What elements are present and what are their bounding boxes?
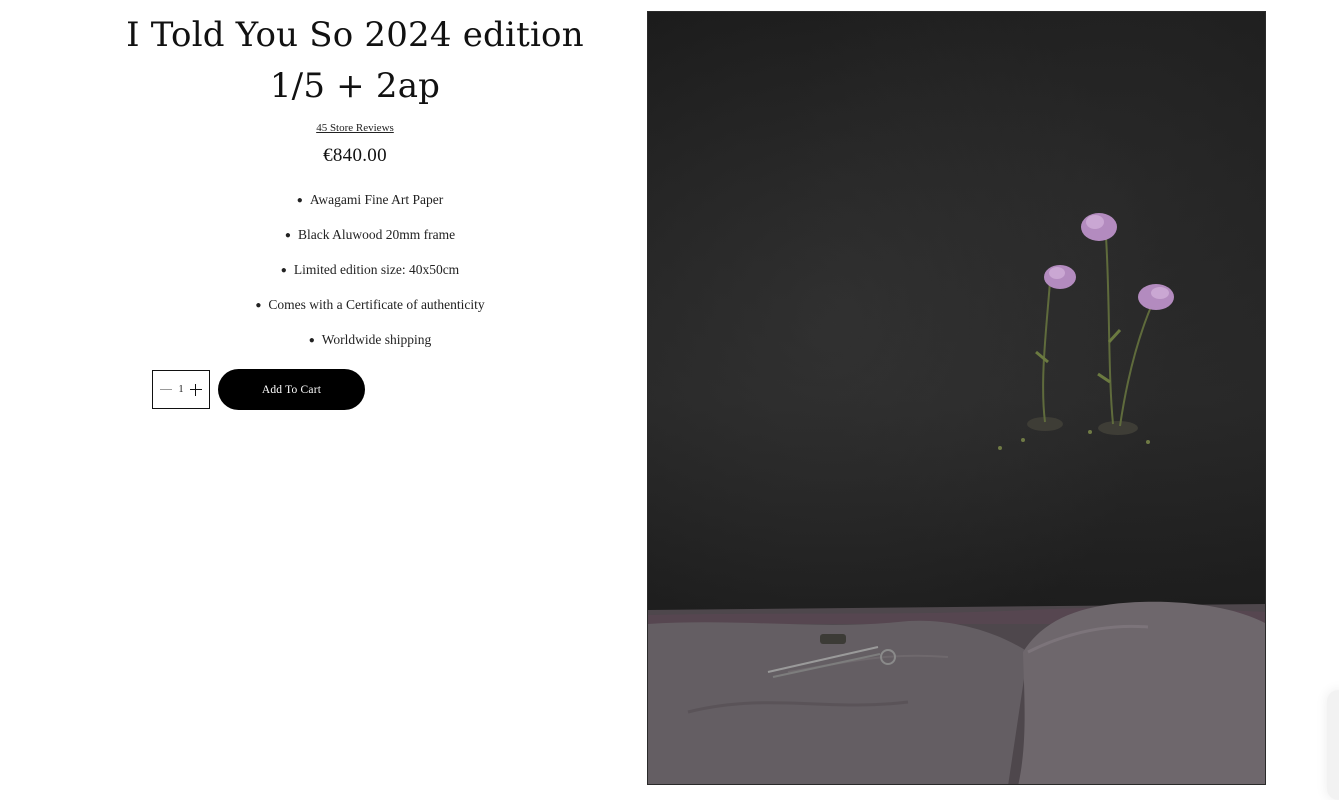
- feature-item: ● Worldwide shipping: [308, 332, 432, 347]
- minus-icon[interactable]: [159, 383, 173, 397]
- product-price: €840.00: [323, 145, 387, 166]
- store-reviews-link[interactable]: 45 Store Reviews: [316, 122, 394, 134]
- feature-item: ● Limited edition size: 40x50cm: [280, 262, 460, 277]
- product-title-line1: I Told You So 2024 edition: [126, 15, 584, 55]
- feature-item: ● Awagami Fine Art Paper: [296, 192, 444, 207]
- chat-widget-edge[interactable]: [1327, 690, 1339, 800]
- plus-icon[interactable]: [189, 383, 203, 397]
- bullet-icon: ●: [284, 230, 291, 241]
- product-photo[interactable]: [647, 11, 1266, 785]
- bullet-icon: ●: [255, 300, 262, 311]
- quantity-input[interactable]: [173, 384, 189, 395]
- feature-item: ● Comes with a Certificate of authenticit…: [255, 297, 485, 312]
- bullet-icon: ●: [308, 335, 315, 346]
- product-title-line2: 1/5 + 2ap: [269, 66, 441, 106]
- add-to-cart-row: Add To Cart: [152, 369, 365, 410]
- product-photo-art: [648, 213, 1265, 784]
- quantity-stepper[interactable]: [152, 370, 210, 409]
- add-to-cart-button[interactable]: Add To Cart: [218, 369, 365, 410]
- bullet-icon: ●: [280, 265, 287, 276]
- bullet-icon: ●: [296, 195, 303, 206]
- product-info: I Told You So 2024 edition 1/5 + 2ap 45 …: [96, 10, 614, 366]
- feature-item: ● Black Aluwood 20mm frame: [284, 227, 456, 242]
- feature-list: ● Awagami Fine Art Paper ● Black Aluwood 2…: [96, 191, 614, 349]
- product-title: I Told You So 2024 edition 1/5 + 2ap: [96, 10, 614, 112]
